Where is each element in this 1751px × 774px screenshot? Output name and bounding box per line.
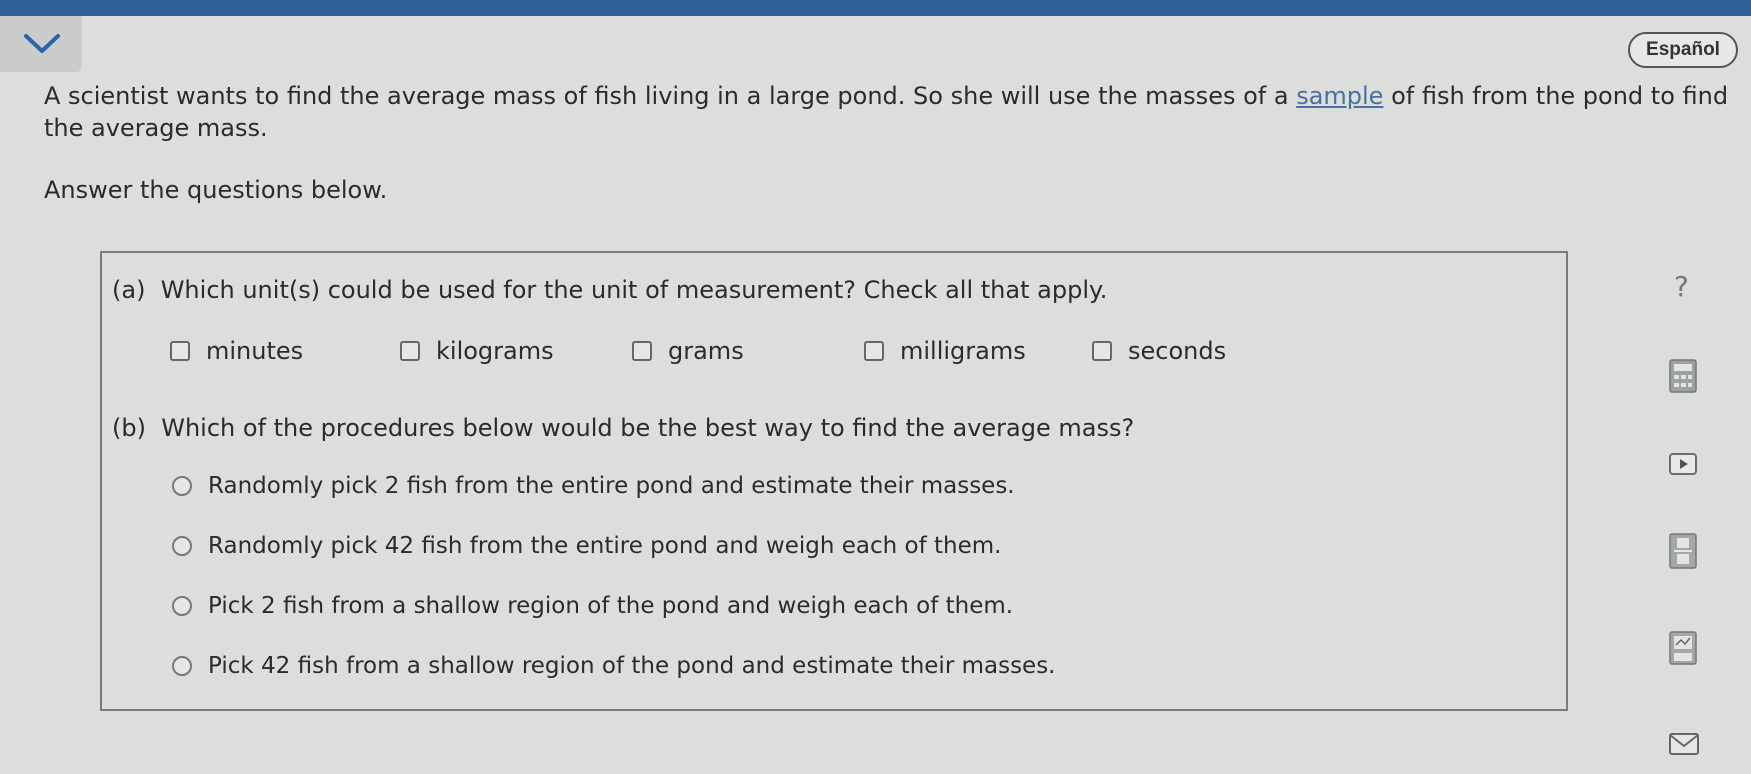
checkbox-icon bbox=[170, 341, 190, 361]
radio-label: Pick 2 fish from a shallow region of the… bbox=[208, 593, 1014, 619]
radio-option-3[interactable]: Pick 2 fish from a shallow region of the… bbox=[172, 593, 1013, 619]
radio-option-4[interactable]: Pick 42 fish from a shallow region of th… bbox=[172, 653, 1056, 679]
sample-link[interactable]: sample bbox=[1296, 82, 1383, 110]
radio-label: Randomly pick 2 fish from the entire pon… bbox=[208, 473, 1015, 499]
radio-label: Pick 42 fish from a shallow region of th… bbox=[208, 653, 1056, 679]
checkbox-icon bbox=[400, 341, 420, 361]
radio-option-2[interactable]: Randomly pick 42 fish from the entire po… bbox=[172, 533, 1001, 559]
checkbox-label: milligrams bbox=[900, 337, 1026, 365]
checkbox-icon bbox=[632, 341, 652, 361]
radio-icon bbox=[172, 476, 192, 496]
part-b-label: (b) bbox=[112, 414, 146, 442]
checkbox-grams[interactable]: grams bbox=[632, 337, 744, 365]
problem-intro: A scientist wants to find the average ma… bbox=[44, 80, 1734, 144]
checkbox-seconds[interactable]: seconds bbox=[1092, 337, 1226, 365]
mail-icon[interactable] bbox=[1668, 732, 1700, 760]
language-toggle-button[interactable]: Español bbox=[1628, 32, 1738, 68]
chevron-down-icon bbox=[24, 34, 60, 53]
part-b-text: Which of the procedures below would be t… bbox=[161, 414, 1135, 442]
intro-text-part1: A scientist wants to find the average ma… bbox=[44, 82, 1297, 110]
checkbox-label: kilograms bbox=[436, 337, 554, 365]
part-a-question: (a) Which unit(s) could be used for the … bbox=[112, 275, 1107, 305]
instructions: Answer the questions below. bbox=[44, 176, 388, 204]
video-icon[interactable] bbox=[1668, 452, 1698, 480]
part-b-question: (b) Which of the procedures below would … bbox=[112, 413, 1134, 443]
question-box: (a) Which unit(s) could be used for the … bbox=[100, 251, 1568, 711]
collapse-button[interactable] bbox=[0, 16, 82, 72]
checkbox-label: seconds bbox=[1128, 337, 1227, 365]
radio-icon bbox=[172, 656, 192, 676]
tool-sidebar: ? bbox=[1650, 270, 1730, 770]
radio-option-1[interactable]: Randomly pick 2 fish from the entire pon… bbox=[172, 473, 1015, 499]
checkbox-icon bbox=[864, 341, 884, 361]
radio-icon bbox=[172, 596, 192, 616]
radio-icon bbox=[172, 536, 192, 556]
part-a-label: (a) bbox=[112, 276, 146, 304]
help-icon[interactable]: ? bbox=[1674, 270, 1689, 303]
checkbox-minutes[interactable]: minutes bbox=[170, 337, 303, 365]
checkbox-kilograms[interactable]: kilograms bbox=[400, 337, 554, 365]
checkbox-label: minutes bbox=[206, 337, 304, 365]
top-bar bbox=[0, 0, 1751, 16]
radio-label: Randomly pick 42 fish from the entire po… bbox=[208, 533, 1002, 559]
checkbox-milligrams[interactable]: milligrams bbox=[864, 337, 1026, 365]
checkbox-icon bbox=[1092, 341, 1112, 361]
part-a-text: Which unit(s) could be used for the unit… bbox=[160, 276, 1108, 304]
fraction-icon[interactable] bbox=[1668, 532, 1698, 574]
grapher-icon[interactable] bbox=[1668, 630, 1698, 670]
calculator-icon[interactable] bbox=[1668, 358, 1698, 398]
checkbox-label: grams bbox=[668, 337, 744, 365]
